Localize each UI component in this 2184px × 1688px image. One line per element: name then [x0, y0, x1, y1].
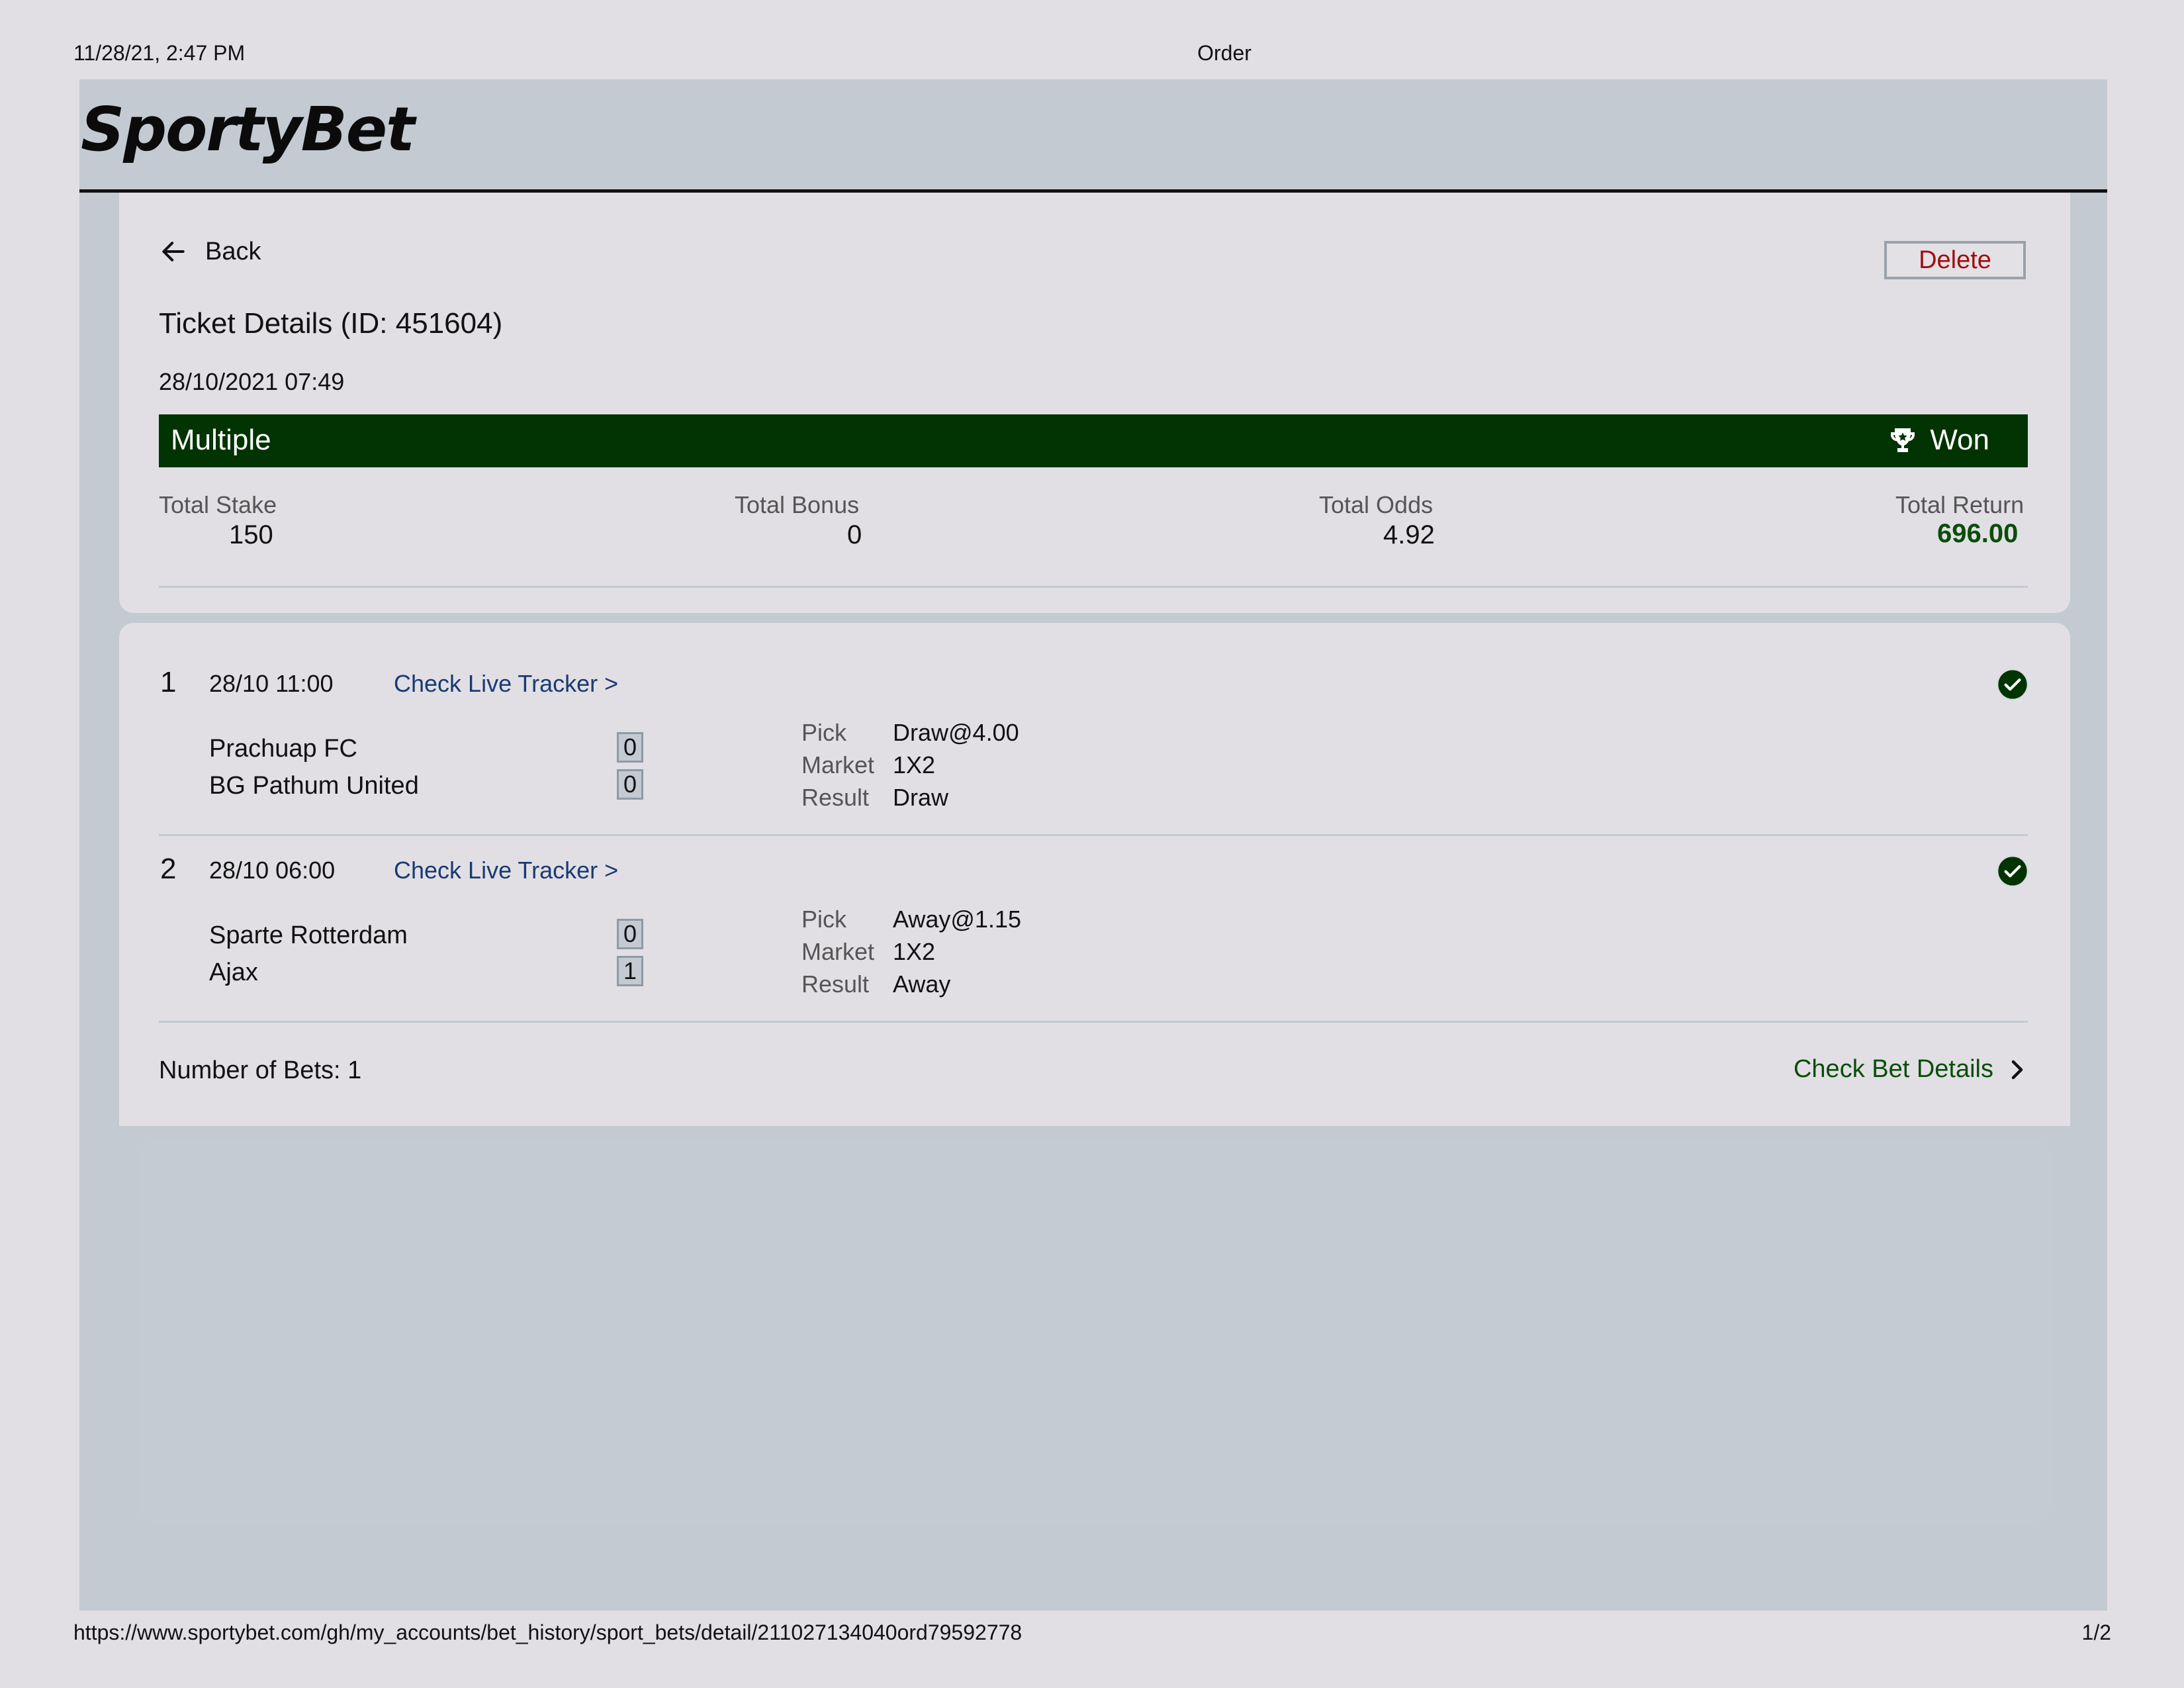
market-value: 1X2: [893, 751, 936, 778]
check-bet-details-label: Check Bet Details: [1793, 1055, 1993, 1083]
print-title: Order: [1197, 41, 1251, 65]
total-odds-label: Total Odds: [1319, 491, 1433, 518]
live-tracker-link[interactable]: Check Live Tracker >: [394, 857, 618, 884]
market-value: 1X2: [893, 938, 936, 965]
status-won: Won: [1886, 424, 1989, 457]
pick-value: Away@1.15: [893, 906, 1021, 933]
away-team: BG Pathum United: [209, 772, 419, 800]
total-odds-value: 4.92: [1383, 520, 1435, 549]
home-team: Prachuap FC: [209, 735, 357, 763]
ticket-title: Ticket Details (ID: 451604): [159, 307, 503, 340]
selection-time: 28/10 06:00: [209, 857, 336, 884]
check-circle-icon: [1996, 855, 2029, 888]
total-stake-label: Total Stake: [159, 491, 277, 518]
bet-type-label: Multiple: [171, 424, 271, 456]
selection-time: 28/10 11:00: [209, 670, 334, 697]
arrow-left-icon: [162, 242, 185, 261]
empty-panel: [139, 1139, 2050, 1523]
ticket-date: 28/10/2021 07:49: [159, 368, 345, 395]
print-url: https://www.sportybet.com/gh/my_accounts…: [73, 1620, 1023, 1644]
total-return-label: Total Return: [1895, 491, 2025, 518]
summary-divider: [159, 586, 2028, 588]
selection-index: 1: [160, 666, 177, 698]
live-tracker-link[interactable]: Check Live Tracker >: [394, 670, 618, 698]
print-header: 11/28/21, 2:47 PM Order: [0, 41, 2184, 68]
pick-value: Draw@4.00: [893, 719, 1019, 746]
market-label: Market: [801, 751, 875, 778]
away-score: 0: [617, 769, 643, 800]
selection-index: 2: [160, 853, 177, 885]
back-button[interactable]: Back: [159, 237, 261, 266]
away-score: 1: [617, 956, 643, 986]
total-stake-value: 150: [229, 520, 273, 549]
sportybet-logo[interactable]: SportyBet: [81, 94, 415, 165]
print-footer: https://www.sportybet.com/gh/my_accounts…: [0, 1620, 2184, 1647]
result-label: Result: [801, 784, 870, 811]
top-bar: SportyBet: [79, 79, 2107, 193]
total-bonus-value: 0: [847, 520, 862, 549]
home-score: 0: [617, 732, 643, 763]
pick-label: Pick: [801, 719, 847, 746]
page: SportyBet Back Delete Ticket Details (ID…: [79, 79, 2107, 1611]
check-circle-icon: [1996, 668, 2029, 701]
home-team: Sparte Rotterdam: [209, 921, 408, 949]
ticket-status-bar: Multiple Won: [159, 414, 2028, 467]
home-score: 0: [617, 919, 643, 949]
market-label: Market: [801, 938, 875, 965]
selection-divider: [159, 1021, 2028, 1023]
result-value: Away: [893, 970, 951, 998]
trophy-icon: [1891, 428, 1915, 452]
away-team: Ajax: [209, 959, 258, 986]
result-value: Draw: [893, 784, 949, 811]
chevron-right-icon: [2011, 1060, 2023, 1079]
result-label: Result: [801, 970, 870, 998]
back-label: Back: [205, 237, 261, 265]
delete-button[interactable]: Delete: [1884, 241, 2026, 279]
number-of-bets: Number of Bets: 1: [159, 1056, 362, 1084]
total-return-value: 696.00: [1937, 519, 2019, 548]
check-bet-details-link[interactable]: Check Bet Details: [1794, 1055, 2028, 1084]
total-bonus-label: Total Bonus: [735, 491, 860, 518]
pick-label: Pick: [801, 906, 847, 933]
status-label: Won: [1930, 424, 1989, 456]
ticket-summary-card: [119, 193, 2070, 613]
print-page-number: 1/2: [2081, 1620, 2111, 1644]
selection-divider: [159, 834, 2028, 836]
